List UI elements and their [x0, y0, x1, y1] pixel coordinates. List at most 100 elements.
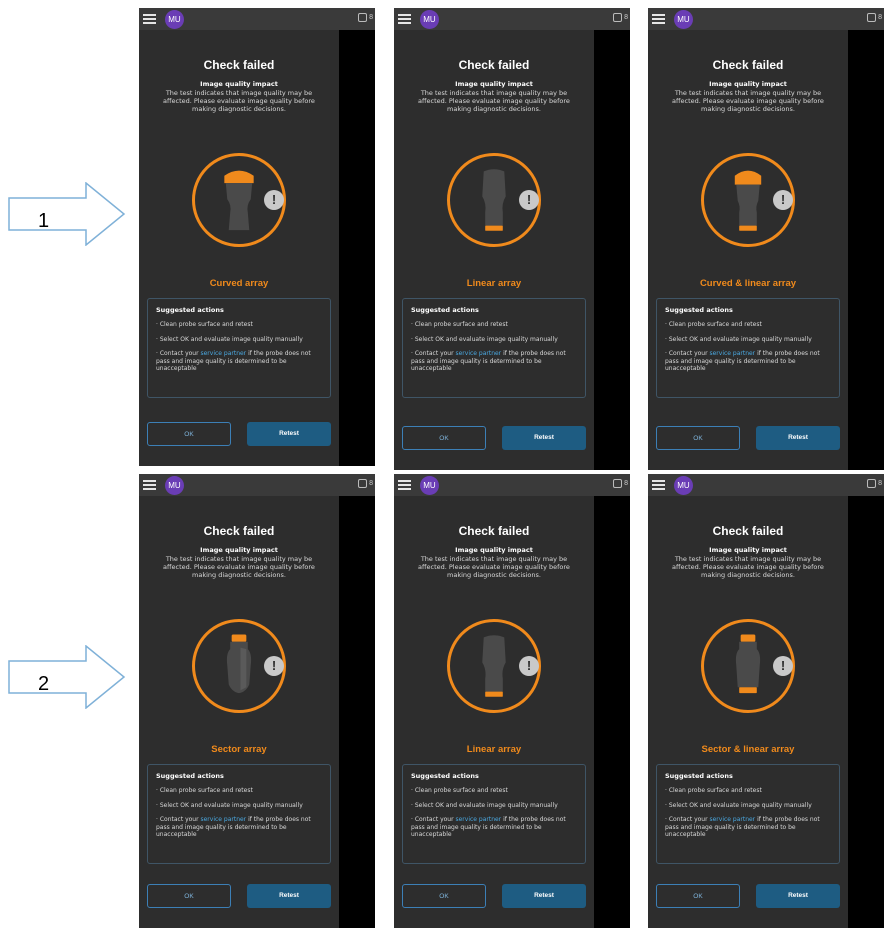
battery-count: 8 — [369, 14, 373, 21]
side-strip — [339, 8, 375, 466]
action-item: · Select OK and evaluate image quality m… — [665, 801, 812, 809]
retest-button[interactable]: Retest — [756, 884, 840, 908]
action-text: Select OK and evaluate image quality man… — [668, 335, 812, 343]
top-bar: MU 8 — [648, 474, 884, 496]
right-arrow-icon — [8, 181, 126, 247]
action-text: Contact your — [159, 816, 201, 823]
ok-button[interactable]: OK — [656, 884, 740, 908]
suggested-actions-title: Suggested actions — [411, 772, 479, 780]
battery-count: 8 — [369, 480, 373, 487]
service-partner-link[interactable]: service partner — [455, 350, 501, 357]
ok-button[interactable]: OK — [147, 422, 231, 446]
action-item: · Contact your service partner if the pr… — [156, 350, 311, 372]
side-strip — [848, 8, 884, 470]
action-item: · Contact your service partner if the pr… — [156, 816, 311, 838]
linear-array-probe-icon — [472, 633, 516, 703]
page-title: Check failed — [458, 58, 530, 72]
screen-panel-6: MU 8 Check failed Image quality impact The t… — [648, 474, 884, 928]
service-partner-link[interactable]: service partner — [200, 816, 246, 823]
linear-array-probe-icon — [472, 167, 516, 237]
suggested-actions-title: Suggested actions — [411, 306, 479, 314]
screen-panel-2: MU 8 Check failed Image quality impact The t… — [394, 8, 630, 470]
action-text: Contact your — [414, 350, 456, 357]
impact-subtitle: Image quality impact — [455, 546, 533, 554]
suggested-actions-title: Suggested actions — [156, 772, 224, 780]
menu-line — [652, 22, 665, 24]
retest-button[interactable]: Retest — [756, 426, 840, 450]
service-partner-link[interactable]: service partner — [709, 350, 755, 357]
ok-button[interactable]: OK — [402, 884, 486, 908]
avatar[interactable]: MU — [420, 10, 439, 29]
right-arrow-icon — [8, 644, 126, 710]
side-strip — [848, 474, 884, 928]
description-line: affected. Please evaluate image quality … — [672, 97, 824, 105]
screen-panel-1: MU 8 Check failed Image quality impact The t… — [139, 8, 375, 466]
hamburger-menu-icon[interactable] — [398, 14, 411, 24]
description-line: making diagnostic decisions. — [192, 571, 286, 579]
description-line: affected. Please evaluate image quality … — [672, 563, 824, 571]
top-bar: MU 8 — [139, 474, 375, 496]
description-line: affected. Please evaluate image quality … — [163, 563, 315, 571]
action-item: · Select OK and evaluate image quality m… — [411, 335, 558, 343]
avatar[interactable]: MU — [674, 10, 693, 29]
hamburger-menu-icon[interactable] — [652, 14, 665, 24]
ok-button[interactable]: OK — [656, 426, 740, 450]
avatar[interactable]: MU — [420, 476, 439, 495]
hamburger-menu-icon[interactable] — [143, 14, 156, 24]
action-text: Contact your — [159, 350, 201, 357]
retest-button[interactable]: Retest — [247, 884, 331, 908]
retest-button[interactable]: Retest — [502, 884, 586, 908]
probe-status: 8 — [358, 478, 373, 490]
probe-type-label: Curved array — [209, 278, 269, 289]
description-line: making diagnostic decisions. — [192, 105, 286, 113]
retest-button[interactable]: Retest — [247, 422, 331, 446]
alert-icon: ! — [773, 656, 793, 676]
hamburger-menu-icon[interactable] — [143, 480, 156, 490]
action-item: · Clean probe surface and retest — [156, 321, 253, 328]
screen-panel-3: MU 8 Check failed Image quality impact The t… — [648, 8, 884, 470]
suggested-actions-box: Suggested actions · Clean probe surface a… — [402, 764, 586, 864]
page-title: Check failed — [458, 524, 530, 538]
description-line: affected. Please evaluate image quality … — [418, 97, 570, 105]
menu-line — [143, 18, 156, 20]
action-text: Select OK and evaluate image quality man… — [414, 335, 558, 343]
service-partner-link[interactable]: service partner — [200, 350, 246, 357]
description-line: The test indicates that image quality ma… — [165, 555, 313, 563]
impact-description: The test indicates that image quality ma… — [145, 555, 333, 579]
action-item: · Clean probe surface and retest — [665, 321, 762, 328]
service-partner-link[interactable]: service partner — [709, 816, 755, 823]
description-line: The test indicates that image quality ma… — [674, 89, 822, 97]
ok-button[interactable]: OK — [147, 884, 231, 908]
description-line: The test indicates that image quality ma… — [674, 555, 822, 563]
alert-icon: ! — [264, 656, 284, 676]
description-line: affected. Please evaluate image quality … — [418, 563, 570, 571]
action-text: Select OK and evaluate image quality man… — [668, 801, 812, 809]
service-partner-link[interactable]: service partner — [455, 816, 501, 823]
description-line: making diagnostic decisions. — [701, 571, 795, 579]
action-item: · Contact your service partner if the pr… — [665, 816, 820, 838]
retest-button[interactable]: Retest — [502, 426, 586, 450]
ok-button[interactable]: OK — [402, 426, 486, 450]
action-item: · Clean probe surface and retest — [411, 321, 508, 328]
screen-panel-5: MU 8 Check failed Image quality impact The t… — [394, 474, 630, 928]
avatar[interactable]: MU — [165, 476, 184, 495]
battery-count: 8 — [878, 480, 882, 487]
page-title: Check failed — [203, 58, 275, 72]
action-text: Select OK and evaluate image quality man… — [414, 801, 558, 809]
top-bar: MU 8 — [648, 8, 884, 30]
hamburger-menu-icon[interactable] — [652, 480, 665, 490]
menu-line — [398, 488, 411, 490]
action-item: · Select OK and evaluate image quality m… — [156, 801, 303, 809]
suggested-actions-title: Suggested actions — [665, 306, 733, 314]
menu-line — [398, 22, 411, 24]
impact-description: The test indicates that image quality ma… — [400, 555, 588, 579]
impact-subtitle: Image quality impact — [200, 80, 278, 88]
hamburger-menu-icon[interactable] — [398, 480, 411, 490]
action-text: Contact your — [414, 816, 456, 823]
description-line: making diagnostic decisions. — [447, 105, 541, 113]
description-line: affected. Please evaluate image quality … — [163, 97, 315, 105]
avatar[interactable]: MU — [165, 10, 184, 29]
avatar[interactable]: MU — [674, 476, 693, 495]
probe-icon — [358, 478, 368, 488]
sector-array-probe-icon — [217, 633, 261, 703]
